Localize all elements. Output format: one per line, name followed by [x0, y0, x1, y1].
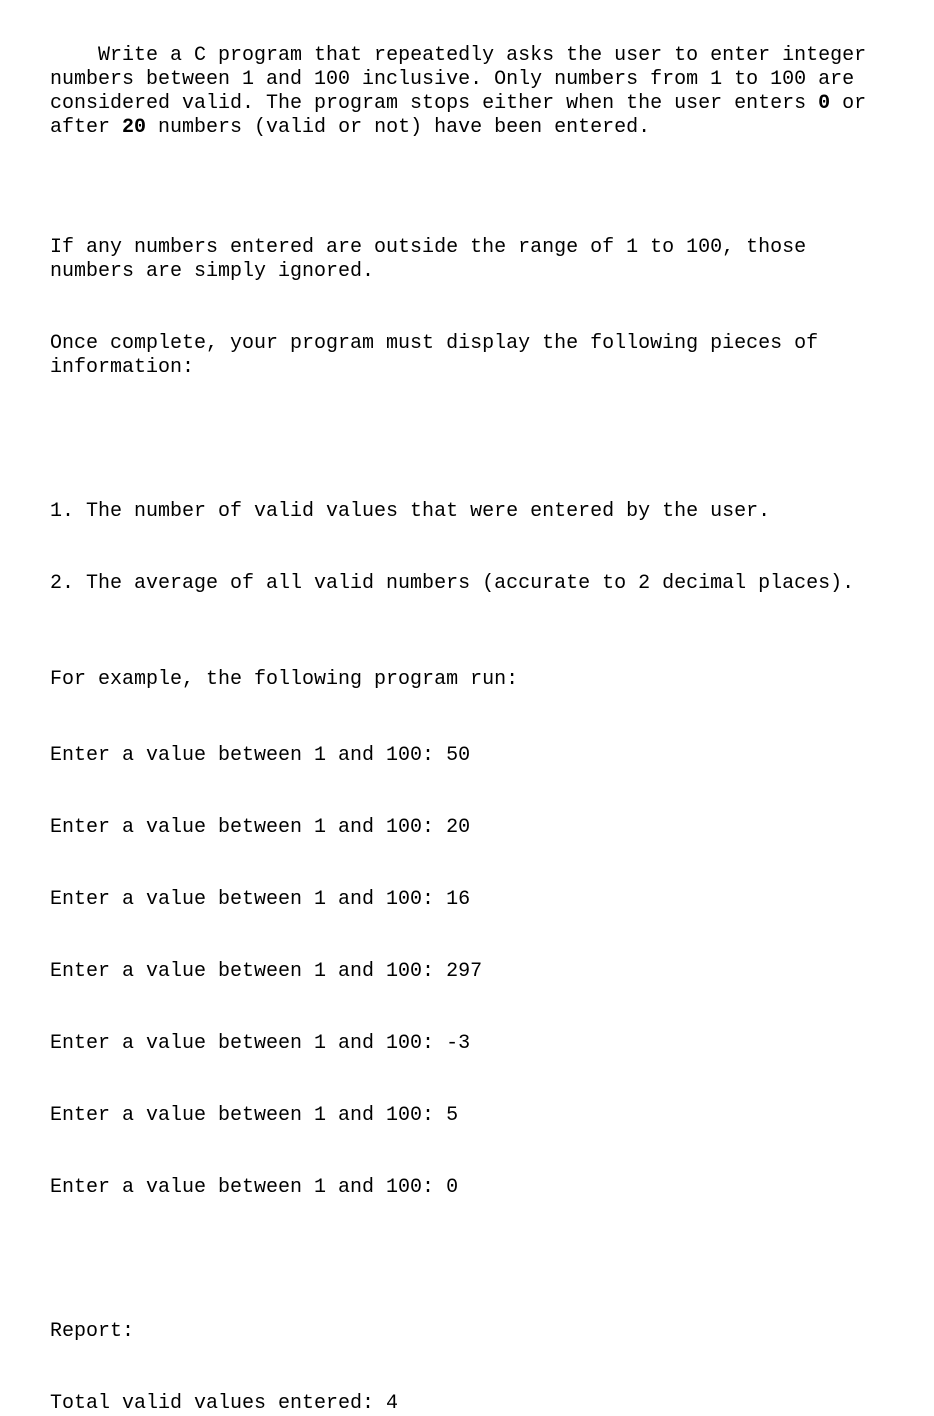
ignore-and-complete-paragraph: If any numbers entered are outside the r… — [50, 188, 894, 428]
requirements-list: 1. The number of valid values that were … — [50, 452, 894, 644]
requirement-2: 2. The average of all valid numbers (acc… — [50, 572, 894, 596]
prompt-line: Enter a value between 1 and 100: 5 — [50, 1104, 894, 1128]
report-total: Total valid values entered: 4 — [50, 1392, 894, 1416]
intro-paragraph: Write a C program that repeatedly asks t… — [50, 20, 894, 164]
prompt-line: Enter a value between 1 and 100: 0 — [50, 1176, 894, 1200]
ignore-line: If any numbers entered are outside the r… — [50, 236, 894, 284]
report-header: Report: — [50, 1320, 894, 1344]
intro-zero: 0 — [818, 92, 830, 115]
prompt-line: Enter a value between 1 and 100: 297 — [50, 960, 894, 984]
intro-twenty: 20 — [122, 116, 146, 139]
prompt-line: Enter a value between 1 and 100: 50 — [50, 744, 894, 768]
example-prompts: Enter a value between 1 and 100: 50 Ente… — [50, 696, 894, 1248]
prompt-line: Enter a value between 1 and 100: 20 — [50, 816, 894, 840]
document-body: Write a C program that repeatedly asks t… — [0, 0, 934, 1416]
example-intro: For example, the following program run: — [50, 668, 894, 692]
report-block: Report: Total valid values entered: 4 Av… — [50, 1272, 894, 1416]
intro-text-1: Write a C program that repeatedly asks t… — [50, 44, 878, 115]
requirement-1: 1. The number of valid values that were … — [50, 500, 894, 524]
prompt-line: Enter a value between 1 and 100: 16 — [50, 888, 894, 912]
prompt-line: Enter a value between 1 and 100: -3 — [50, 1032, 894, 1056]
intro-text-3: numbers (valid or not) have been entered… — [146, 116, 650, 139]
once-complete-line: Once complete, your program must display… — [50, 332, 894, 380]
